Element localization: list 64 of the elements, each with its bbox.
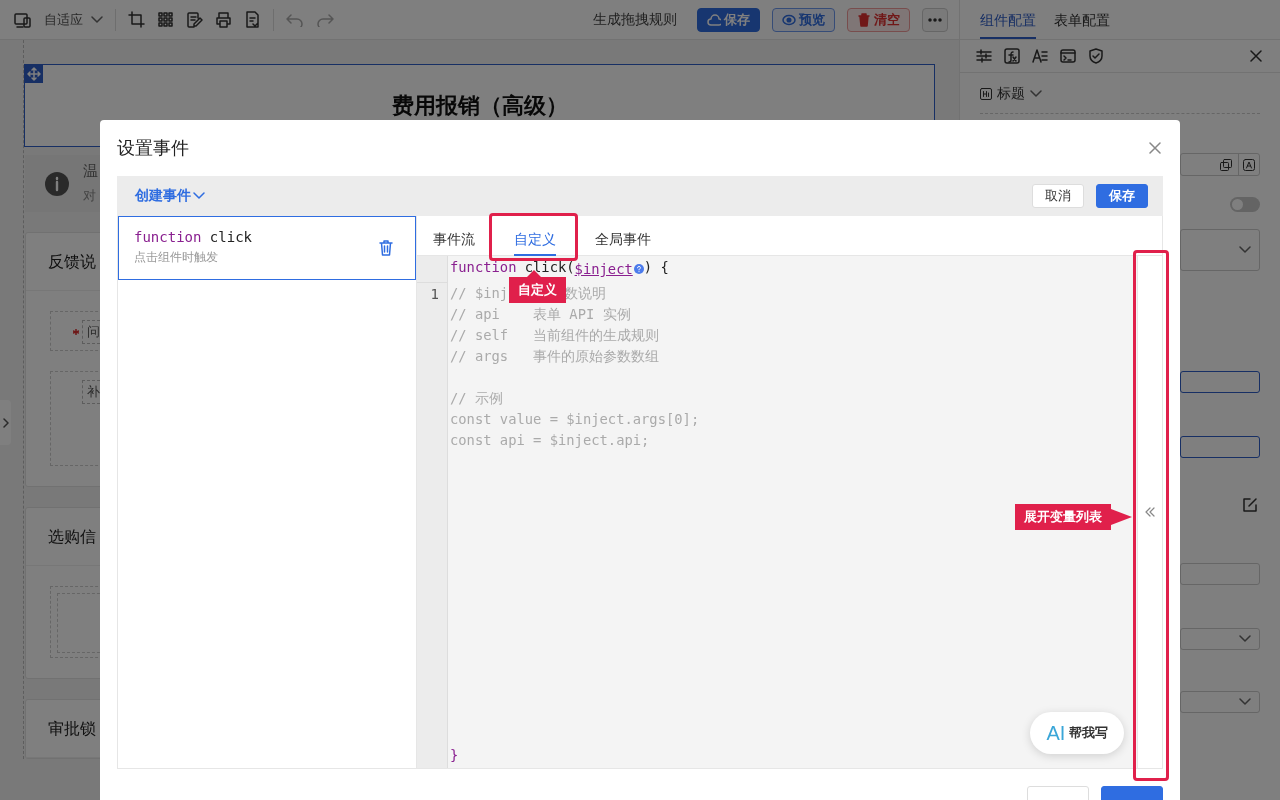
heading-icon (980, 88, 992, 100)
expand-handle[interactable] (0, 400, 11, 445)
tip-title: 温 (83, 162, 98, 181)
toolbar-button[interactable]: 预览 (772, 7, 835, 32)
print-icon[interactable] (215, 11, 232, 28)
crop-icon[interactable] (128, 11, 145, 28)
function-icon[interactable] (1004, 48, 1020, 64)
info-icon (44, 170, 70, 197)
close-icon[interactable] (1250, 50, 1262, 62)
help-icon[interactable] (633, 264, 644, 275)
dialog-title: 设置事件 (117, 137, 189, 161)
code-text: // self 当前组件的生成规则 (450, 325, 660, 345)
trash-icon[interactable] (379, 239, 393, 256)
select-field[interactable] (1180, 691, 1260, 713)
edit-form-icon[interactable] (186, 11, 203, 28)
code-text: // args 事件的原始参数数组 (450, 346, 660, 366)
layout-select[interactable]: 自适应 (44, 10, 103, 29)
chevron-down-icon (91, 15, 103, 24)
dialog-button[interactable]: 保存 (1096, 184, 1148, 209)
move-icon[interactable] (25, 65, 43, 83)
callout-label: 展开变量列表 (1015, 504, 1132, 530)
chevron-down-icon (1030, 90, 1042, 98)
copy-icon[interactable] (1220, 158, 1232, 171)
shield-icon[interactable] (1088, 48, 1104, 64)
text-style-icon[interactable] (1032, 48, 1048, 64)
toolbar-button[interactable]: 保存 (697, 7, 760, 32)
chevron-down-icon (1239, 698, 1251, 706)
ai-write-button[interactable]: AI 帮我写 (1030, 712, 1124, 754)
eye-icon (782, 12, 796, 27)
rule-generator-link[interactable]: 生成拖拽规则 (593, 10, 677, 29)
more-button[interactable] (922, 7, 948, 32)
event-item[interactable]: function click 点击组件时触发 (118, 215, 416, 280)
code-line: } (450, 746, 459, 765)
code-text: // 示例 (450, 388, 503, 408)
toolbar-button[interactable]: 清空 (847, 7, 910, 32)
dialog-button[interactable]: 取消 (1032, 184, 1084, 209)
component-type-select[interactable]: 标题 (980, 85, 1042, 103)
code-text: const value = $inject.args[0]; (450, 409, 700, 429)
code-text: const api = $inject.api; (450, 430, 650, 450)
panel-tab[interactable]: 组件配置 (980, 0, 1036, 39)
chevron-down-icon (1239, 635, 1251, 643)
grid-icon[interactable] (157, 11, 174, 28)
select-field[interactable] (1180, 229, 1260, 271)
sliders-icon[interactable] (976, 48, 992, 64)
edit-icon[interactable] (1243, 498, 1257, 512)
create-event-dropdown[interactable]: 创建事件 (135, 187, 205, 206)
panel-tab[interactable]: 表单配置 (1054, 0, 1110, 39)
font-icon[interactable] (1243, 158, 1255, 171)
chevron-down-icon (1239, 246, 1251, 254)
form-title: 费用报销（高级） (391, 91, 568, 120)
select-field[interactable] (1180, 628, 1260, 650)
event-description: 点击组件时触发 (134, 249, 219, 267)
chevron-down-icon (193, 192, 205, 201)
more-icon (928, 17, 942, 22)
code-text: // api 表单 API 实例 (450, 304, 631, 324)
cloud-icon (707, 12, 721, 27)
trash-icon (857, 12, 871, 27)
code-window-icon[interactable] (1060, 48, 1076, 64)
double-chevron-left-icon[interactable] (1144, 507, 1156, 517)
chevron-right-icon (2, 417, 9, 428)
toggle-switch[interactable] (1230, 197, 1260, 212)
document-icon[interactable] (244, 11, 261, 28)
close-icon[interactable] (1149, 142, 1161, 155)
device-icon[interactable] (14, 11, 32, 28)
